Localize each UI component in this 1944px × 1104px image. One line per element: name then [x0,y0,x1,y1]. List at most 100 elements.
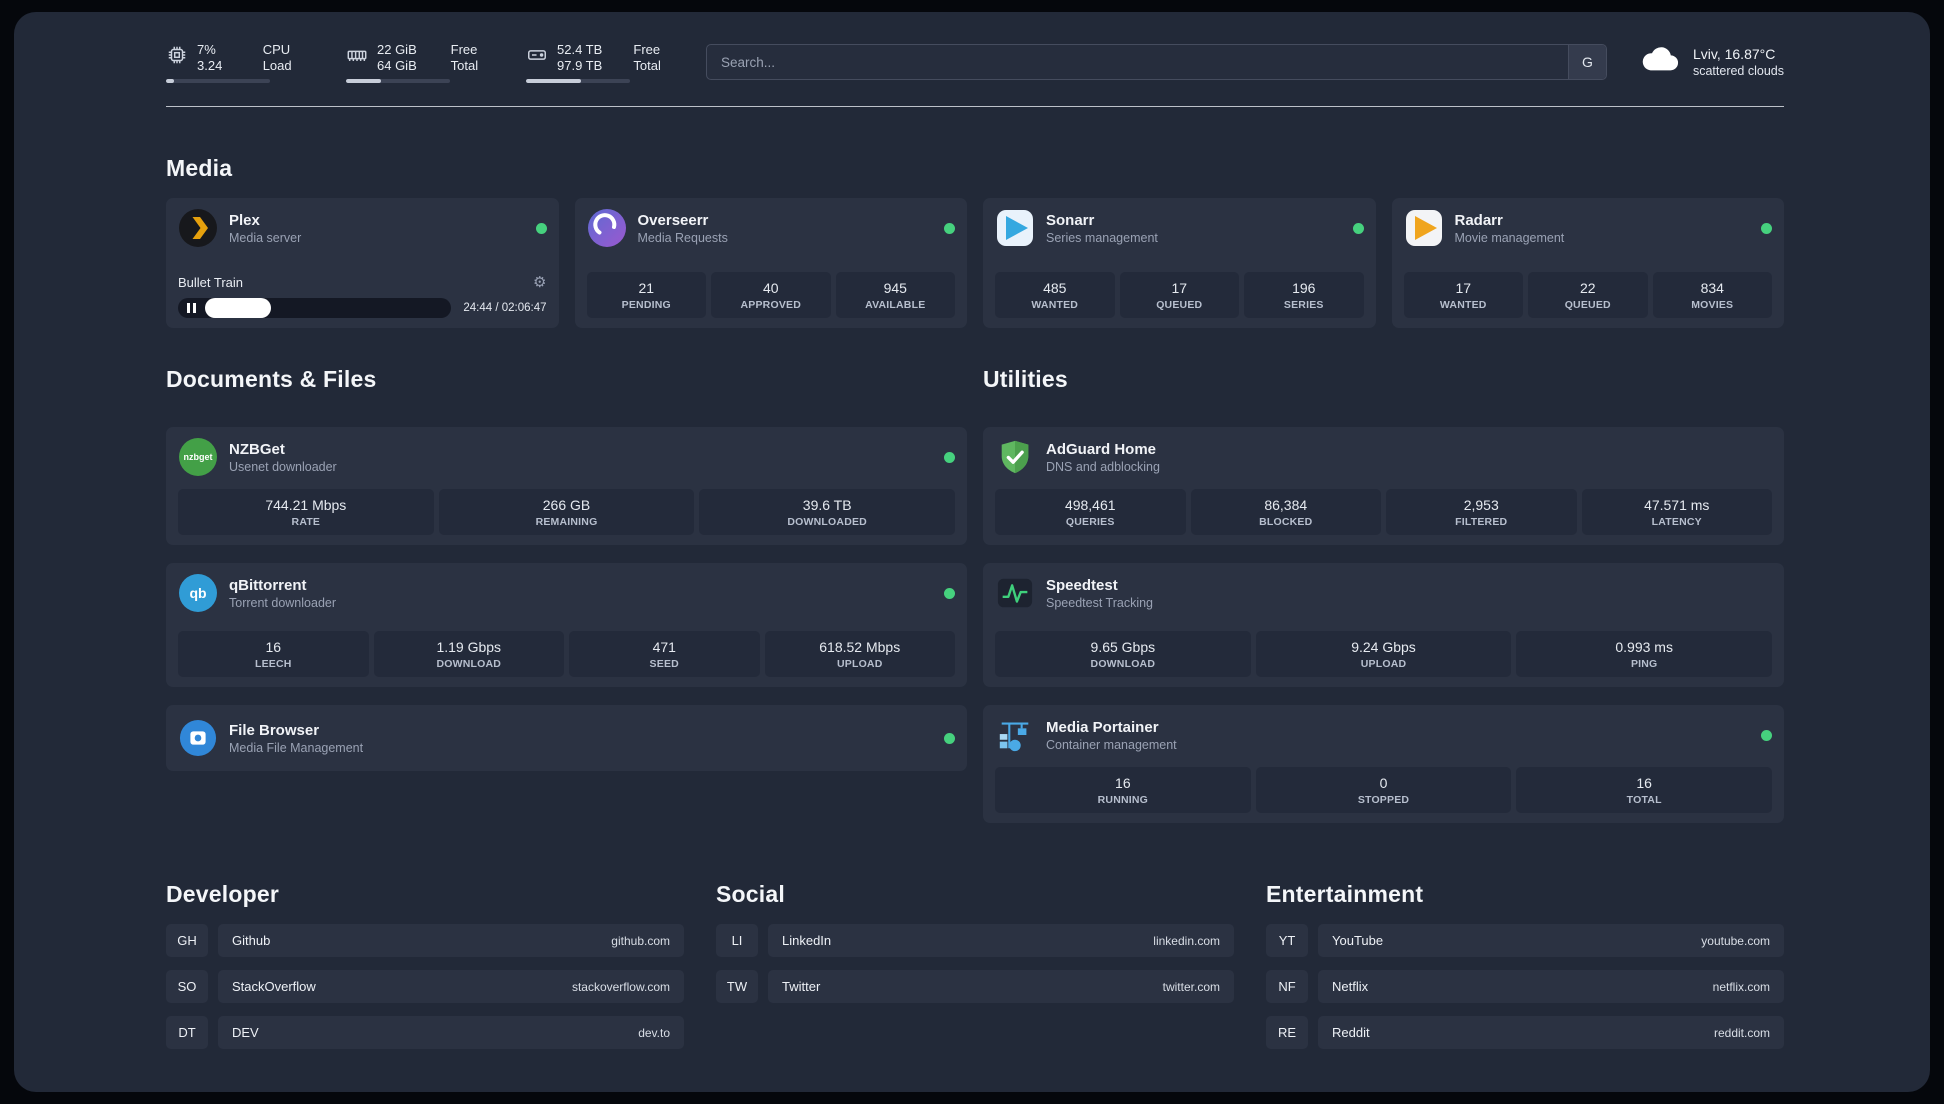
stat-tile: 16 RUNNING [995,767,1251,813]
bookmark-group-social: Social LI LinkedIn linkedin.com TW Twitt… [716,881,1234,1016]
status-dot [1352,222,1364,234]
status-dot [944,222,955,234]
service-card-sonarr[interactable]: Sonarr Series management 485 WANTED 17 Q… [983,198,1376,328]
bookmark-link-netflix[interactable]: Netflix netflix.com [1318,970,1784,1003]
service-title: qBittorrent [229,576,307,594]
stat-tile: 22 QUEUED [1528,272,1648,318]
bookmark-row-linkedin: LI LinkedIn linkedin.com [716,924,1234,957]
pause-icon[interactable] [187,303,196,313]
service-card-qbittorrent[interactable]: qb qBittorrent Torrent downloader 16 LEE… [166,563,967,687]
stat-tile: 834 MOVIES [1652,272,1772,318]
service-title: Media Portainer [1046,718,1159,736]
stat-tile: 196 SERIES [1244,272,1364,318]
topbar-divider [166,106,1784,107]
bookmark-link-linkedin[interactable]: LinkedIn linkedin.com [768,924,1234,957]
service-title: NZBGet [229,440,285,458]
service-subtitle: Container management [1046,737,1177,752]
search-engine-button[interactable]: G [1567,45,1606,79]
service-subtitle: Usenet downloader [229,459,337,474]
stat-tile: 2,953 FILTERED [1386,489,1577,535]
bookmark-link-reddit[interactable]: Reddit reddit.com [1318,1016,1784,1049]
stat-tile: 618.52 Mbps UPLOAD [764,631,955,677]
service-subtitle: Series management [1046,230,1158,245]
service-subtitle: Torrent downloader [229,595,337,610]
ram-icon [346,42,368,73]
service-card-filebrowser[interactable]: File Browser Media File Management [166,705,967,771]
section-heading-social: Social [716,881,785,907]
cpu-label: CPU [262,41,291,57]
weather-condition: scattered clouds [1692,64,1784,78]
service-card-speedtest[interactable]: Speedtest Speedtest Tracking 9.65 Gbps D… [983,563,1784,687]
stat-tile: 47.571 ms LATENCY [1581,489,1772,535]
service-card-portainer[interactable]: Media Portainer Container management 16 … [983,705,1784,823]
settings-gear-icon[interactable]: ⚙ [533,273,546,291]
section-utilities: Utilities AdGuard Home DNS and adblockin… [983,366,1784,823]
service-card-adguard[interactable]: AdGuard Home DNS and adblocking 498,461 … [983,427,1784,545]
status-dot [944,732,955,744]
top-bar: 7% CPU 3.24 Load 22 GiB Free 64 GiB Tota… [166,38,1784,86]
playback-progress-bar[interactable] [178,298,452,318]
ram-monitor: 22 GiB Free 64 GiB Total [346,42,496,83]
service-subtitle: Movie management [1454,230,1565,245]
bookmark-group-entertainment: Entertainment YT YouTube youtube.com NF … [1266,881,1784,1062]
portainer-icon [995,715,1035,755]
plex-icon [178,208,218,248]
bookmark-link-dev[interactable]: DEV dev.to [218,1016,684,1049]
search-input[interactable] [707,45,1568,79]
bookmark-link-github[interactable]: Github github.com [218,924,684,957]
service-card-overseerr[interactable]: Overseerr Media Requests 21 PENDING 40 A… [574,198,967,328]
status-dot [1761,729,1772,741]
service-card-radarr[interactable]: Radarr Movie management 17 WANTED 22 QUE… [1391,198,1784,328]
disk-free-value: 52.4 TB [557,41,603,57]
bookmark-abbr: NF [1266,970,1308,1003]
service-subtitle: Media server [229,230,302,245]
sonarr-icon [995,208,1035,248]
bookmarks-section: Developer GH Github github.com SO StackO… [166,881,1784,1062]
ram-progress-bar [346,78,450,83]
stat-tile: 40 APPROVED [711,272,831,318]
ram-free-value: 22 GiB [377,41,417,57]
section-heading-utilities: Utilities [983,366,1068,392]
ram-free-label: Free [450,41,478,57]
speedtest-icon [995,573,1035,613]
stat-tile: 0 STOPPED [1255,767,1512,813]
cloud-icon [1637,45,1683,80]
bookmark-row-github: GH Github github.com [166,924,684,957]
service-subtitle: DNS and adblocking [1046,459,1160,474]
overseerr-icon [587,208,627,248]
cpu-usage-value: 7% [197,41,216,57]
cpu-icon [166,42,188,73]
section-heading-media: Media [166,155,233,181]
bookmark-abbr: LI [716,924,758,957]
service-card-plex[interactable]: Plex Media server Bullet Train ⚙ 24:44 /… [166,198,559,328]
service-card-nzbget[interactable]: nzbget NZBGet Usenet downloader 744.21 M… [166,427,967,545]
bookmark-group-developer: Developer GH Github github.com SO StackO… [166,881,684,1062]
weather-widget: Lviv, 16.87°C scattered clouds [1637,45,1784,80]
service-title: File Browser [229,721,320,739]
nzbget-icon: nzbget [178,437,218,477]
cpu-load-label: Load [262,57,292,73]
service-title: Sonarr [1046,211,1095,229]
stat-tile: 1.19 Gbps DOWNLOAD [373,631,564,677]
bookmark-abbr: YT [1266,924,1308,957]
status-dot [1761,222,1772,234]
ram-total-value: 64 GiB [377,57,417,73]
cpu-load-value: 3.24 [197,57,223,73]
adguard-icon [995,437,1035,477]
stat-tile: 17 WANTED [1403,272,1523,318]
section-heading-developer: Developer [166,881,280,907]
status-dot [535,222,547,234]
service-subtitle: Media Requests [637,230,728,245]
qbittorrent-icon: qb [178,573,218,613]
disk-monitor: 52.4 TB Free 97.9 TB Total [526,42,676,83]
service-title: AdGuard Home [1046,440,1157,458]
stat-tile: 21 PENDING [586,272,706,318]
disk-total-value: 97.9 TB [557,57,603,73]
stat-tile: 266 GB REMAINING [438,489,695,535]
status-dot [944,587,955,599]
bookmark-link-youtube[interactable]: YouTube youtube.com [1318,924,1784,957]
bookmark-link-twitter[interactable]: Twitter twitter.com [768,970,1234,1003]
bookmark-link-stackoverflow[interactable]: StackOverflow stackoverflow.com [218,970,684,1003]
radarr-icon [1404,208,1444,248]
stat-tile: 16 TOTAL [1516,767,1773,813]
